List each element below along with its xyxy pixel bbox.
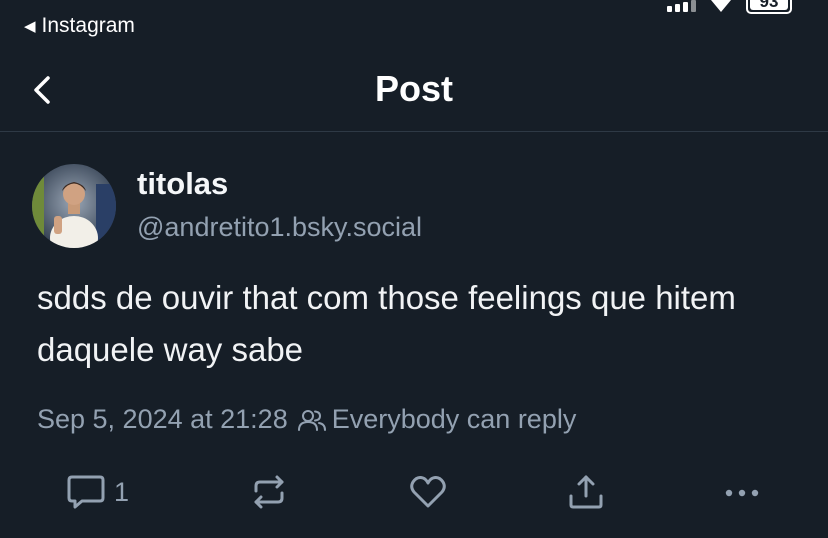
post-meta: Sep 5, 2024 at 21:28 Everybody can reply (37, 404, 576, 435)
more-horizontal-icon (725, 489, 759, 497)
avatar-photo (32, 164, 116, 248)
post-actions: 1 (0, 470, 828, 514)
author-handle[interactable]: @andretito1.bsky.social (137, 212, 422, 243)
avatar[interactable] (32, 164, 116, 248)
repost-button[interactable] (249, 470, 289, 514)
system-icons: 93 (667, 0, 792, 14)
repost-icon (254, 475, 284, 509)
author-display-name[interactable]: titolas (137, 166, 228, 202)
back-triangle-icon: ◀ (24, 17, 36, 35)
like-button[interactable] (408, 470, 448, 514)
people-icon (297, 409, 326, 431)
share-icon (569, 475, 603, 509)
reply-count: 1 (114, 476, 130, 507)
battery-icon: 93 (746, 0, 792, 14)
cellular-signal-icon (667, 0, 696, 12)
heart-icon (410, 476, 446, 508)
reply-button[interactable]: 1 (66, 470, 129, 514)
post-text: sdds de ouvir that com those feelings qu… (37, 279, 736, 368)
nav-bar: Post (0, 56, 828, 132)
wifi-icon (711, 0, 731, 12)
reply-setting[interactable]: Everybody can reply (332, 404, 577, 435)
speech-bubble-icon (67, 475, 105, 509)
status-bar: ◀ Instagram 93 (0, 0, 828, 56)
share-button[interactable] (566, 470, 606, 514)
battery-level: 93 (759, 0, 779, 11)
post-timestamp: Sep 5, 2024 at 21:28 (37, 404, 288, 434)
back-app-label: Instagram (41, 14, 135, 37)
back-to-app-button[interactable]: ◀ Instagram (24, 14, 135, 38)
more-options-button[interactable] (722, 470, 762, 514)
page-title: Post (374, 68, 453, 109)
